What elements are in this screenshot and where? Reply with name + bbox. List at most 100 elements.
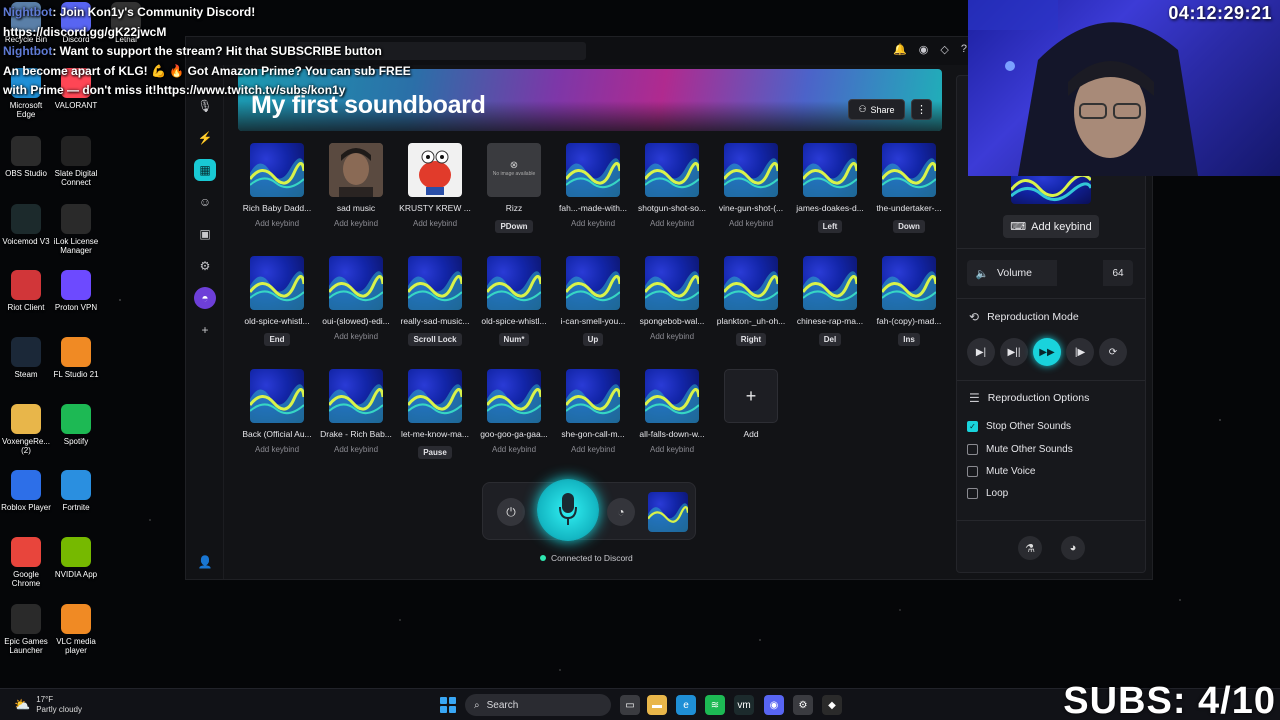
desktop-shortcut[interactable]: Google Chrome (0, 537, 52, 588)
discord-taskbar-icon[interactable]: ◉ (764, 695, 784, 715)
lightning-nav-icon[interactable]: ⚡ (194, 127, 216, 149)
sound-thumbnail[interactable] (724, 143, 778, 197)
sound-thumbnail[interactable] (882, 143, 936, 197)
more-options-icon[interactable]: ⋮ (911, 99, 932, 120)
desktop-shortcut[interactable]: Epic Games Launcher (0, 604, 52, 655)
play-once-icon[interactable]: ▶| (967, 338, 995, 366)
keybind-badge[interactable]: Num* (498, 333, 530, 346)
desktop-shortcut[interactable]: Riot Client (0, 270, 52, 312)
keybind-badge[interactable]: Del (818, 333, 842, 346)
desktop-shortcut[interactable]: Fortnite (50, 470, 102, 512)
play-pause-icon[interactable]: ▶|| (1000, 338, 1028, 366)
add-keybind-link[interactable]: Add keybind (413, 219, 457, 228)
sound-thumbnail[interactable] (566, 143, 620, 197)
sound-tile[interactable]: sad music Add keybind (317, 143, 395, 231)
desktop-shortcut[interactable]: Roblox Player (0, 470, 52, 512)
sound-tile[interactable]: KRUSTY KREW ... Add keybind (396, 143, 474, 231)
keybind-badge[interactable]: PDown (495, 220, 533, 233)
keybind-badge[interactable]: End (264, 333, 290, 346)
add-keybind-link[interactable]: Add keybind (492, 445, 536, 454)
share-button[interactable]: ⚇ Share (848, 99, 905, 120)
sound-tile[interactable]: the-undertaker-... Down (870, 143, 948, 234)
sound-thumbnail[interactable] (250, 143, 304, 197)
add-keybind-button[interactable]: ⌨ Add keybind (1003, 215, 1099, 238)
desktop-shortcut[interactable]: iLok License Manager (50, 204, 102, 255)
character-nav-icon[interactable]: ☺ (194, 191, 216, 213)
hear-myself-ear-icon[interactable]: ◔ (607, 498, 635, 526)
desktop-shortcut[interactable]: OBS Studio (0, 136, 52, 178)
sound-tile[interactable]: ⊗ No image available Rizz PDown (475, 143, 553, 234)
sound-tile[interactable]: all-falls-down-w... Add keybind (633, 369, 711, 457)
sound-tile[interactable]: Back (Official Au... Add keybind (238, 369, 316, 457)
add-nav-icon[interactable]: + (194, 319, 216, 341)
option-mute-voice[interactable]: Mute Voice (967, 466, 1035, 477)
sound-thumbnail[interactable] (250, 369, 304, 423)
sound-tile[interactable]: old-spice-whistl... End (238, 256, 316, 347)
store-nav-icon[interactable]: ▣ (194, 223, 216, 245)
desktop-shortcut[interactable]: Spotify (50, 404, 102, 446)
sound-thumbnail[interactable] (803, 143, 857, 197)
sound-tile[interactable]: i-can-smell-you... Up (554, 256, 632, 347)
settings-taskbar-icon[interactable]: ⚙ (793, 695, 813, 715)
add-keybind-link[interactable]: Add keybind (571, 219, 615, 228)
sound-thumbnail[interactable] (250, 256, 304, 310)
sound-tile[interactable]: fah...-made-with... Add keybind (554, 143, 632, 231)
add-keybind-link[interactable]: Add keybind (255, 445, 299, 454)
sound-tile[interactable]: old-spice-whistl... Num* (475, 256, 553, 347)
sound-tile[interactable]: chinese-rap-ma... Del (791, 256, 869, 347)
volume-slider[interactable] (1057, 260, 1103, 286)
desktop-shortcut[interactable]: NVIDIA App (50, 537, 102, 579)
sound-thumbnail[interactable] (487, 256, 541, 310)
diamond-icon[interactable]: ◇ (940, 43, 948, 56)
sound-tile[interactable]: Drake - Rich Bab... Add keybind (317, 369, 395, 457)
play-overlap-icon[interactable]: ▶▶ (1033, 338, 1061, 366)
sound-thumbnail[interactable] (645, 369, 699, 423)
checkbox[interactable] (967, 444, 978, 455)
app-taskbar-icon[interactable]: ◆ (822, 695, 842, 715)
voice-changer-mic-button[interactable] (537, 479, 599, 541)
checkbox[interactable] (967, 488, 978, 499)
user-account-icon[interactable]: 👤 (194, 551, 216, 573)
sound-thumbnail[interactable] (487, 369, 541, 423)
edge-taskbar-icon[interactable]: e (676, 695, 696, 715)
voicemod-taskbar-icon[interactable]: vm (734, 695, 754, 715)
palette-icon[interactable]: ◕ (1061, 536, 1085, 560)
sound-thumbnail[interactable] (882, 256, 936, 310)
sound-tile[interactable]: Rich Baby Dadd... Add keybind (238, 143, 316, 231)
option-mute-other-sounds[interactable]: Mute Other Sounds (967, 444, 1073, 455)
add-keybind-link[interactable]: Add keybind (571, 445, 615, 454)
keybind-badge[interactable]: Pause (418, 446, 452, 459)
add-keybind-link[interactable]: Add keybind (650, 332, 694, 341)
sound-tile[interactable]: fah-(copy)-mad... Ins (870, 256, 948, 347)
volume-control[interactable]: 🔈 Volume 64 (967, 260, 1133, 286)
sound-tile[interactable]: oui-(slowed)-edi... Add keybind (317, 256, 395, 344)
keybind-badge[interactable]: Right (735, 333, 767, 346)
sound-tile[interactable]: goo-goo-ga-gaa... Add keybind (475, 369, 553, 457)
option-loop[interactable]: Loop (967, 488, 1008, 499)
desktop-shortcut[interactable]: Voicemod V3 (0, 204, 52, 246)
add-keybind-link[interactable]: Add keybind (650, 219, 694, 228)
task-view-icon[interactable]: ▭ (620, 695, 640, 715)
desktop-shortcut[interactable]: VLC media player (50, 604, 102, 655)
power-icon[interactable]: ⏻ (497, 498, 525, 526)
option-stop-other-sounds[interactable]: ✓ Stop Other Sounds (967, 421, 1071, 432)
soundboard-nav-icon[interactable]: ▦ (194, 159, 216, 181)
add-keybind-link[interactable]: Add keybind (255, 219, 299, 228)
play-restart-icon[interactable]: |▶ (1066, 338, 1094, 366)
weather-widget[interactable]: ⛅ 17°F Partly cloudy (14, 695, 82, 715)
windows-start-icon[interactable] (440, 697, 456, 713)
add-keybind-link[interactable]: Add keybind (729, 219, 773, 228)
sound-thumbnail[interactable] (803, 256, 857, 310)
sound-thumbnail[interactable] (408, 256, 462, 310)
taskbar-search[interactable]: ⌕ Search (465, 694, 611, 716)
sound-tile[interactable]: spongebob-wal... Add keybind (633, 256, 711, 344)
keybind-badge[interactable]: Scroll Lock (408, 333, 462, 346)
loop-mode-icon[interactable]: ⟳ (1099, 338, 1127, 366)
sound-thumbnail[interactable] (724, 256, 778, 310)
sound-thumbnail[interactable] (408, 143, 462, 197)
sound-tile[interactable]: shotgun-shot-so... Add keybind (633, 143, 711, 231)
sound-thumbnail[interactable] (408, 369, 462, 423)
keybind-badge[interactable]: Left (817, 220, 843, 233)
plus-icon[interactable]: + (724, 369, 778, 423)
add-keybind-link[interactable]: Add keybind (334, 219, 378, 228)
